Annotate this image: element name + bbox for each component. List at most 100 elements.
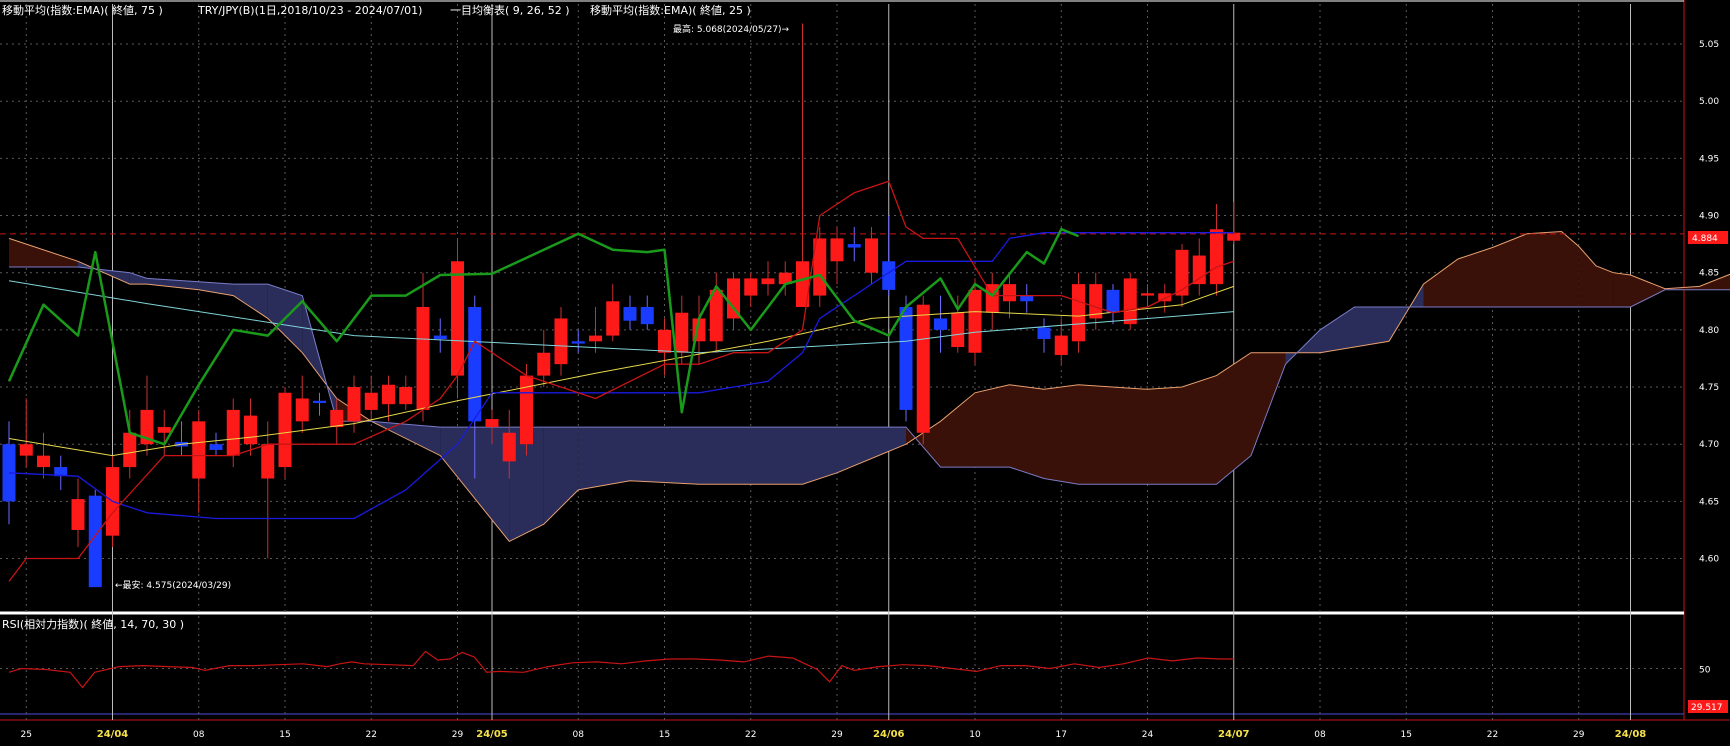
rsi-label: RSI(相対力指数)( 終値, 14, 70, 30 ) — [2, 617, 184, 631]
cloud-segment — [1147, 387, 1182, 485]
current-price-value: 4.884 — [1692, 234, 1718, 244]
candle-body — [157, 427, 171, 433]
candle-body — [19, 444, 33, 456]
candle-body — [537, 352, 551, 376]
x-tick-label: 22 — [366, 730, 377, 740]
candle-body — [451, 261, 464, 376]
chart-root: 5.05 5.00 4.95 4.90 4.85 4.80 4.75 4.70 4.65 4.60… — [0, 0, 1730, 746]
price-tick-label: 5.00 — [1699, 97, 1719, 107]
candle-body — [347, 387, 361, 422]
cloud-segment — [1182, 375, 1217, 485]
price-tick-label: 4.95 — [1699, 154, 1719, 164]
candle-body — [244, 415, 257, 445]
candle-body — [675, 312, 689, 353]
x-tick-label: 24/04 — [97, 729, 129, 740]
candle-body — [382, 384, 395, 405]
candle-body — [71, 499, 85, 530]
candle-body — [1054, 335, 1068, 356]
candle-body — [1037, 327, 1051, 340]
candle-body — [830, 238, 844, 262]
price-tick-label: 4.60 — [1699, 555, 1719, 565]
candle-body — [1210, 229, 1223, 285]
candle-body — [485, 419, 499, 428]
x-tick-label: 25 — [21, 730, 32, 740]
x-tick-label: 24/08 — [1615, 729, 1647, 740]
current-rsi-value: 29.517 — [1691, 703, 1723, 713]
candle-body — [261, 444, 275, 479]
candle-body — [1106, 289, 1120, 313]
candle-body — [37, 455, 50, 468]
price-tick-label: 4.65 — [1699, 497, 1719, 507]
candle-body — [1003, 284, 1016, 302]
candle-body — [209, 444, 223, 450]
candle-body — [468, 307, 482, 422]
x-tick-label: 15 — [279, 730, 290, 740]
x-tick-label: 15 — [1401, 730, 1412, 740]
x-tick-label: 22 — [1487, 730, 1498, 740]
ema25-label: 移動平均(指数:EMA)( 終値, 25 ) — [590, 3, 751, 17]
price-tick-label: 4.85 — [1699, 269, 1719, 279]
candle-body — [934, 318, 947, 330]
candle-body — [1192, 255, 1206, 285]
candle-body — [968, 289, 982, 353]
candle-body — [640, 307, 654, 325]
cloud-segment — [578, 427, 630, 490]
candle-body — [709, 289, 723, 342]
x-tick-label: 29 — [452, 730, 464, 740]
ema75-label: 移動平均(指数:EMA)( 終値, 75 ) — [2, 3, 163, 17]
pair-label: TRY/JPY(B)(1日,2018/10/23 - 2024/07/01) — [197, 4, 422, 17]
x-tick-label: 22 — [745, 730, 756, 740]
cloud-segment — [699, 427, 803, 485]
candle-body — [1020, 295, 1034, 302]
candle-body — [847, 244, 861, 248]
candle-body — [278, 392, 292, 468]
candle-body — [1123, 278, 1137, 325]
x-tick-label: 24 — [1142, 730, 1154, 740]
cloud-segment — [1009, 384, 1044, 479]
high-annotation: 最高: 5.068(2024/05/27)→ — [673, 23, 790, 35]
price-tick-label: 4.90 — [1699, 212, 1719, 222]
candle-body — [330, 409, 344, 428]
candle-body — [899, 307, 913, 410]
x-tick-label: 24/06 — [873, 729, 905, 740]
candle-body — [606, 301, 620, 336]
candle-body — [433, 335, 447, 340]
candle-body — [313, 400, 326, 404]
price-tick-label: 4.70 — [1699, 440, 1719, 450]
low-annotation: ←最安: 4.575(2024/03/29) — [115, 579, 231, 591]
price-tick-label: 4.80 — [1699, 326, 1719, 336]
cloud-segment — [1354, 307, 1389, 348]
candle-body — [658, 329, 671, 353]
price-tick-label: 4.75 — [1699, 383, 1719, 393]
candle-body — [916, 304, 930, 433]
x-tick-label: 15 — [659, 730, 670, 740]
candle-body — [364, 392, 378, 410]
x-tick-label: 29 — [831, 730, 843, 740]
cloud-segment — [975, 384, 1010, 468]
x-tick-label: 17 — [1056, 730, 1067, 740]
candle-body — [1141, 293, 1154, 296]
candle-body — [192, 421, 206, 479]
x-tick-label: 24/05 — [476, 729, 508, 740]
cloud-segment — [1613, 272, 1631, 307]
candle-body — [1175, 249, 1189, 296]
candle-body — [416, 307, 430, 410]
candle-body — [623, 307, 637, 321]
candle-body — [123, 432, 137, 468]
candle-body — [589, 335, 602, 342]
candle-body — [951, 312, 965, 348]
x-tick-label: 10 — [969, 730, 981, 740]
candle-body — [761, 278, 775, 285]
x-tick-label: 08 — [193, 730, 205, 740]
candle-body — [1072, 284, 1085, 342]
cloud-segment — [1527, 231, 1562, 307]
candle-body — [865, 238, 878, 273]
x-tick-label: 24/07 — [1218, 729, 1250, 740]
candle-body — [502, 432, 516, 462]
x-tick-label: 08 — [573, 730, 585, 740]
cloud-segment — [1044, 384, 1079, 485]
x-tick-label: 29 — [1573, 730, 1585, 740]
candle-body — [399, 387, 413, 405]
background — [0, 0, 1730, 746]
rsi-tick-label: 50 — [1699, 666, 1711, 676]
